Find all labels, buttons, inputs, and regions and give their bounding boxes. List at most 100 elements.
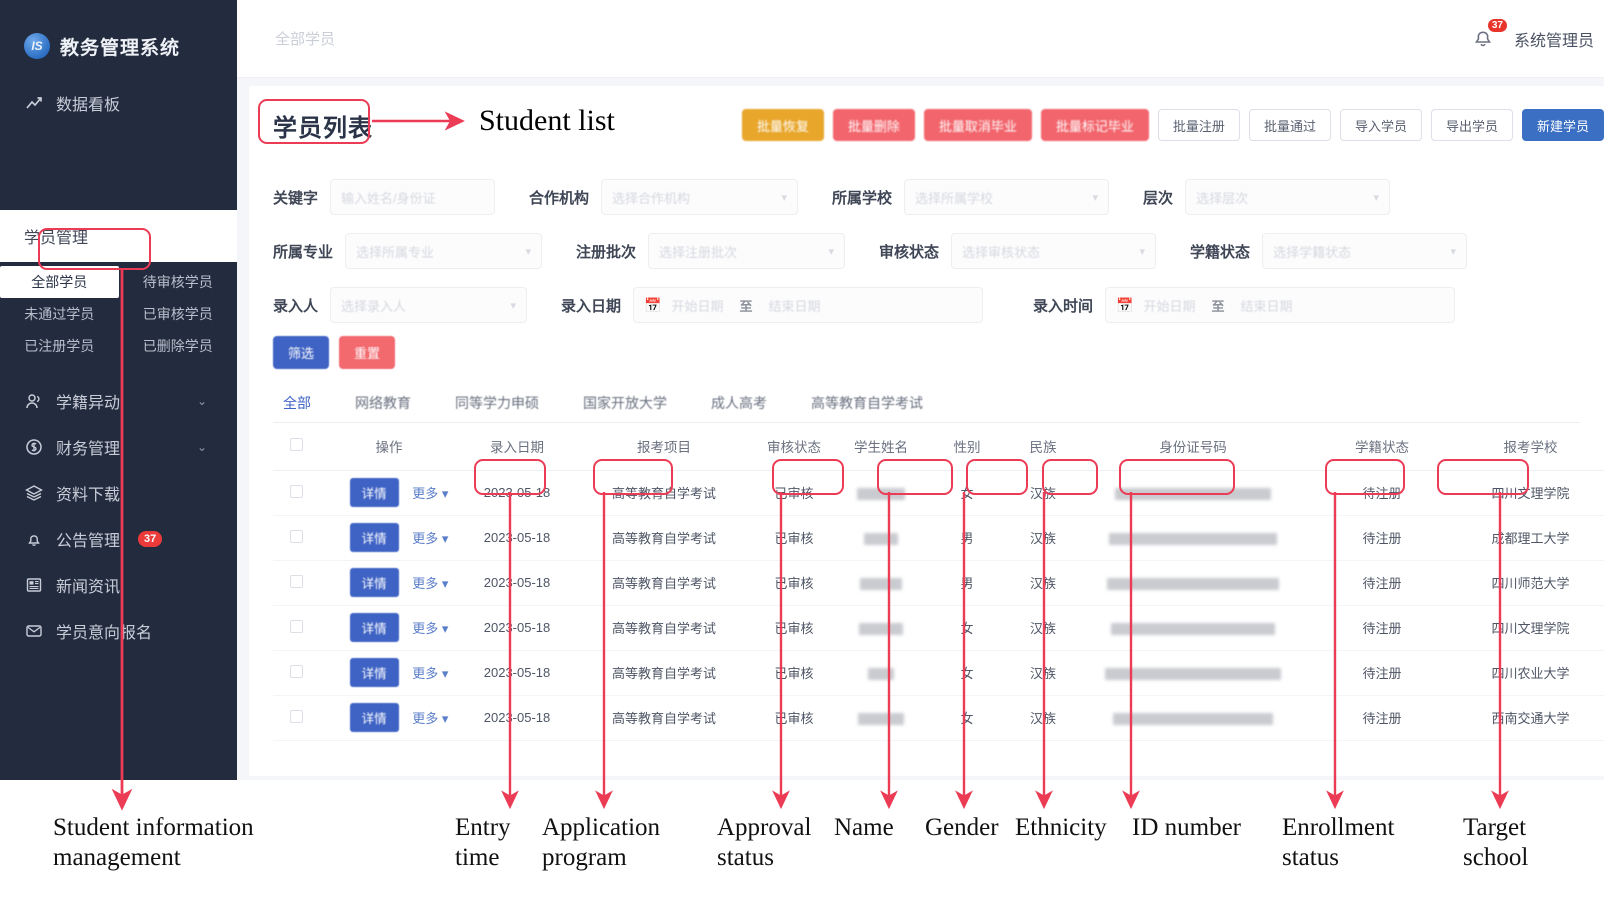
keyword-input[interactable]: 输入姓名/身份证 — [330, 179, 496, 215]
select-placeholder: 选择所属学校 — [915, 190, 994, 206]
detail-button[interactable]: 详情 — [349, 523, 399, 552]
row-operation-cell: 详情 更多 ▾ — [319, 560, 459, 606]
school-select[interactable]: 选择所属学校 ▾ — [904, 179, 1110, 215]
sidebar-group-student-management[interactable]: 学员管理 — [0, 210, 237, 262]
tab-online-education[interactable]: 网络教育 — [333, 383, 433, 423]
more-dropdown[interactable]: 更多 ▾ — [412, 621, 448, 636]
chevron-down-icon: ▾ — [781, 191, 788, 204]
select-all-checkbox[interactable] — [289, 438, 303, 452]
cell-program: 高等教育自学考试 — [575, 650, 753, 696]
col-entry-date: 录入日期 — [459, 423, 575, 471]
batch-restore-button[interactable]: 批量恢复 — [741, 109, 824, 141]
sidebar-item-deleted[interactable]: 已删除学员 — [119, 330, 238, 362]
filter-operator: 录入人 选择录入人 ▾ — [273, 287, 528, 323]
cell-name — [835, 695, 927, 741]
sidebar-item-registered[interactable]: 已注册学员 — [0, 330, 119, 362]
import-students-button[interactable]: 导入学员 — [1339, 109, 1422, 141]
cell-gender: 女 — [927, 605, 1007, 651]
more-dropdown[interactable]: 更多 ▾ — [412, 486, 448, 501]
more-dropdown[interactable]: 更多 ▾ — [412, 666, 448, 681]
sidebar-item-not-passed[interactable]: 未通过学员 — [0, 298, 119, 330]
notification-bell-button[interactable]: 37 — [1470, 18, 1507, 54]
date-end-placeholder: 结束日期 — [768, 298, 821, 314]
detail-button[interactable]: 详情 — [349, 613, 399, 642]
new-student-button[interactable]: 新建学员 — [1521, 109, 1604, 141]
col-ethnicity: 民族 — [1007, 423, 1079, 471]
brand: IS 教务管理系统 — [0, 0, 237, 62]
row-checkbox[interactable] — [289, 529, 303, 543]
sidebar-item-all-students[interactable]: 全部学员 — [0, 266, 119, 298]
filter-keyword: 关键字 输入姓名/身份证 — [273, 179, 496, 215]
row-checkbox[interactable] — [289, 574, 303, 588]
sidebar-item-dashboard[interactable]: 数据看板 — [0, 80, 237, 126]
tab-all[interactable]: 全部 — [273, 383, 333, 423]
more-dropdown[interactable]: 更多 ▾ — [412, 711, 448, 726]
col-gender: 性别 — [927, 423, 1007, 471]
approval-status-select[interactable]: 选择审核状态 ▾ — [951, 233, 1157, 269]
detail-button[interactable]: 详情 — [349, 658, 399, 687]
tab-adult-exam[interactable]: 成人高考 — [689, 383, 789, 423]
row-checkbox[interactable] — [289, 619, 303, 633]
filter-label: 层次 — [1143, 189, 1174, 207]
table-body: 详情 更多 ▾ 2023-05-18 高等教育自学考试 已审核 女 汉族 待注册… — [273, 470, 1604, 741]
detail-button[interactable]: 详情 — [349, 703, 399, 732]
operator-select[interactable]: 选择录入人 ▾ — [330, 287, 528, 323]
entry-time-range[interactable]: 📅 开始日期 至 结束日期 — [1105, 287, 1456, 323]
batch-delete-button[interactable]: 批量删除 — [832, 109, 915, 141]
select-all-header — [273, 423, 319, 471]
level-select[interactable]: 选择层次 ▾ — [1185, 179, 1391, 215]
register-batch-select[interactable]: 选择注册批次 ▾ — [648, 233, 846, 269]
export-students-button[interactable]: 导出学员 — [1430, 109, 1513, 141]
sidebar-item-label: 数据看板 — [56, 97, 121, 114]
sidebar-item-finance[interactable]: 财务管理 ⌄ — [0, 424, 237, 470]
sidebar-item-reviewed[interactable]: 已审核学员 — [119, 298, 238, 330]
sidebar-item-status-change[interactable]: 学籍异动 ⌄ — [0, 378, 237, 424]
cell-enroll-status: 待注册 — [1307, 695, 1457, 741]
sidebar-item-pending-review[interactable]: 待审核学员 — [119, 266, 238, 298]
date-end-placeholder: 结束日期 — [1240, 298, 1293, 314]
row-checkbox[interactable] — [289, 709, 303, 723]
filter-major: 所属专业 选择所属专业 ▾ — [273, 233, 543, 269]
sidebar-item-downloads[interactable]: 资料下载 — [0, 470, 237, 516]
tab-self-study-exam[interactable]: 高等教育自学考试 — [789, 383, 945, 423]
batch-approve-button[interactable]: 批量通过 — [1248, 109, 1331, 141]
cell-approval-status: 已审核 — [753, 695, 835, 741]
tab-open-university[interactable]: 国家开放大学 — [561, 383, 689, 423]
tab-equivalent-master[interactable]: 同等学力申硕 — [433, 383, 561, 423]
envelope-icon — [24, 621, 44, 641]
cell-target-school: 四川农业大学 — [1457, 650, 1604, 696]
enroll-status-select[interactable]: 选择学籍状态 ▾ — [1262, 233, 1468, 269]
topbar: 全部学员 37 系统管理员 — [237, 0, 1604, 78]
breadcrumb[interactable]: 全部学员 — [275, 28, 335, 49]
batch-register-button[interactable]: 批量注册 — [1157, 109, 1240, 141]
entry-date-range[interactable]: 📅 开始日期 至 结束日期 — [633, 287, 984, 323]
batch-mark-graduation-button[interactable]: 批量标记毕业 — [1040, 109, 1149, 141]
sidebar-item-intent-registration[interactable]: 学员意向报名 — [0, 608, 237, 654]
reset-button[interactable]: 重置 — [339, 336, 395, 369]
cell-program: 高等教育自学考试 — [575, 560, 753, 606]
cell-ethnicity: 汉族 — [1007, 605, 1079, 651]
more-dropdown[interactable]: 更多 ▾ — [412, 576, 448, 591]
batch-cancel-graduation-button[interactable]: 批量取消毕业 — [923, 109, 1032, 141]
row-checkbox[interactable] — [289, 664, 303, 678]
row-select-cell — [273, 560, 319, 606]
sidebar-item-announcements[interactable]: 公告管理 37 — [0, 516, 237, 562]
row-checkbox[interactable] — [289, 484, 303, 498]
detail-button[interactable]: 详情 — [349, 568, 399, 597]
detail-button[interactable]: 详情 — [349, 478, 399, 507]
layers-icon — [24, 483, 44, 503]
major-select[interactable]: 选择所属专业 ▾ — [345, 233, 543, 269]
cell-entry-date: 2023-05-18 — [459, 695, 575, 741]
partner-org-select[interactable]: 选择合作机构 ▾ — [601, 179, 799, 215]
more-dropdown[interactable]: 更多 ▾ — [412, 531, 448, 546]
row-operation-cell: 详情 更多 ▾ — [319, 695, 459, 741]
cell-enroll-status: 待注册 — [1307, 650, 1457, 696]
search-button[interactable]: 筛选 — [273, 336, 329, 369]
sidebar-item-news[interactable]: 新闻资讯 — [0, 562, 237, 608]
cell-approval-status: 已审核 — [753, 515, 835, 561]
table-header-row: 操作 录入日期 报考项目 审核状态 学生姓名 性别 民族 身份证号码 学籍状态 … — [273, 423, 1604, 471]
table-row: 详情 更多 ▾ 2023-05-18 高等教育自学考试 已审核 男 汉族 待注册… — [273, 515, 1604, 561]
cell-gender: 女 — [927, 650, 1007, 696]
current-user-name[interactable]: 系统管理员 — [1514, 27, 1594, 51]
filter-row-2: 所属专业 选择所属专业 ▾ 注册批次 选择注册批次 ▾ 审核状态 选择审核状态 … — [273, 224, 1580, 278]
